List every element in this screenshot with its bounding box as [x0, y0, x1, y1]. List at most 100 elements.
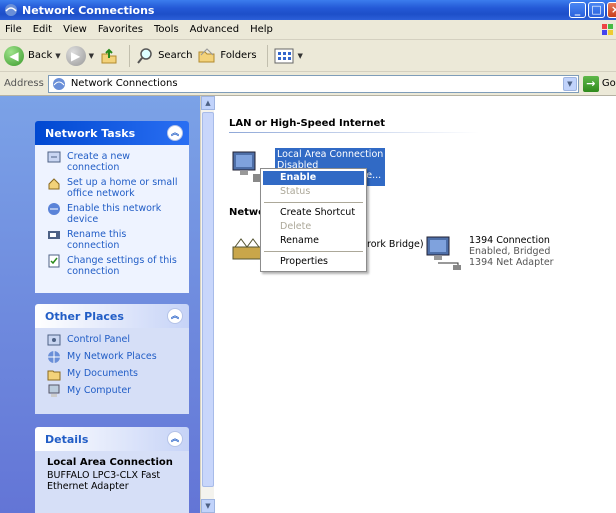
task-create-connection[interactable]: Create a new connection [47, 151, 181, 173]
go-button[interactable]: → Go [582, 75, 616, 92]
place-control-panel[interactable]: Control Panel [47, 334, 181, 347]
collapse-chevron-icon[interactable]: ︽ [167, 431, 183, 447]
context-create-shortcut[interactable]: Create Shortcut [263, 206, 364, 220]
scroll-up-button[interactable]: ▲ [201, 96, 215, 110]
task-rename-connection[interactable]: Rename this connection [47, 229, 181, 251]
task-pane-scrollbar[interactable]: ▲ ▼ [200, 96, 215, 513]
lan-group-title: LAN or High-Speed Internet [229, 118, 386, 129]
details-connection-name: Local Area Connection [47, 457, 173, 468]
other-places-title: Other Places [45, 309, 124, 323]
context-separator [264, 251, 363, 252]
my-documents-icon [47, 370, 61, 381]
details-header[interactable]: Details ︽ [35, 427, 189, 451]
window-title: Network Connections [22, 3, 155, 17]
network-tasks-panel: Network Tasks ︽ Create a new connection … [35, 121, 189, 293]
menu-edit[interactable]: Edit [28, 24, 58, 35]
views-dropdown-icon[interactable]: ▼ [298, 52, 303, 60]
place-my-network-places[interactable]: My Network Places [47, 351, 181, 364]
menu-view[interactable]: View [58, 24, 93, 35]
scroll-down-button[interactable]: ▼ [201, 499, 215, 513]
network-places-icon [48, 351, 60, 363]
forward-arrow-icon: ▶ [65, 45, 86, 66]
control-panel-icon [47, 334, 61, 346]
search-icon [137, 47, 152, 64]
up-folder-button[interactable] [99, 46, 119, 66]
menu-favorites[interactable]: Favorites [93, 24, 149, 35]
address-dropdown-icon[interactable]: ▼ [562, 76, 577, 91]
back-arrow-icon: ◀ [4, 45, 24, 66]
menu-advanced[interactable]: Advanced [185, 24, 245, 35]
connection-1394-name: 1394 Connection [469, 235, 550, 246]
context-menu: Enable Status Create Shortcut Delete Ren… [260, 168, 367, 272]
folders-label: Folders [220, 50, 257, 61]
new-connection-icon [47, 151, 61, 163]
network-tasks-header[interactable]: Network Tasks ︽ [35, 121, 189, 145]
place-my-documents[interactable]: My Documents [47, 368, 181, 381]
back-label: Back [28, 50, 53, 61]
home-network-icon [48, 178, 60, 190]
views-icon [274, 48, 294, 63]
menu-tools[interactable]: Tools [149, 24, 185, 35]
network-connections-icon [5, 4, 17, 16]
address-field[interactable]: Network Connections ▼ [47, 74, 579, 93]
menu-help[interactable]: Help [245, 24, 279, 35]
rename-icon [48, 231, 60, 239]
lan-group-divider [229, 132, 479, 133]
settings-icon [48, 254, 60, 268]
back-button[interactable]: ◀ Back ▼ [4, 45, 61, 66]
details-panel: Details ︽ Local Area Connection BUFFALO … [35, 427, 189, 513]
minimize-button[interactable]: _ [569, 2, 586, 18]
other-places-header[interactable]: Other Places ︽ [35, 304, 189, 328]
address-label: Address [4, 78, 44, 89]
search-button[interactable]: Search [135, 46, 192, 66]
address-bar: Address Network Connections ▼ → Go [0, 72, 616, 96]
forward-button[interactable]: ▶ ▼ [65, 45, 94, 66]
context-status: Status [280, 186, 311, 197]
folders-button[interactable]: Folders [197, 46, 257, 66]
task-pane: Network Tasks ︽ Create a new connection … [0, 96, 200, 513]
folders-icon [198, 47, 215, 62]
menu-bar: File Edit View Favorites Tools Advanced … [0, 20, 616, 40]
task-change-settings[interactable]: Change settings of this connection [47, 254, 181, 277]
connection-1394-device: 1394 Net Adapter [469, 257, 554, 268]
context-rename[interactable]: Rename [263, 234, 364, 248]
connections-view: LAN or High-Speed Internet Local Area Co… [215, 96, 616, 513]
connection-name: Local Area Connection [277, 149, 384, 160]
network-bridge-name: rork Bridge) [367, 239, 424, 250]
scroll-thumb[interactable] [202, 112, 214, 487]
details-title: Details [45, 432, 89, 446]
back-dropdown-icon[interactable]: ▼ [55, 52, 60, 60]
task-home-network[interactable]: Set up a home or small office network [47, 177, 181, 199]
address-value: Network Connections [70, 78, 178, 89]
close-button[interactable]: × [607, 2, 616, 18]
views-button[interactable]: ▼ [273, 46, 303, 66]
menu-file[interactable]: File [0, 24, 28, 35]
context-separator [264, 202, 363, 203]
toolbar-separator [129, 44, 131, 67]
forward-dropdown-icon[interactable]: ▼ [89, 52, 94, 60]
collapse-chevron-icon[interactable]: ︽ [167, 125, 183, 141]
details-description: BUFFALO LPC3-CLX Fast Ethernet Adapter [47, 470, 161, 492]
place-my-computer[interactable]: My Computer [47, 384, 181, 398]
connection-1394-status: Enabled, Bridged [469, 246, 551, 257]
go-label: Go [601, 78, 616, 89]
context-delete: Delete [280, 221, 312, 232]
context-properties[interactable]: Properties [263, 255, 364, 269]
go-arrow-icon: → [582, 75, 599, 92]
toolbar-separator [266, 44, 268, 67]
connection-1394-item[interactable]: 1394 Connection Enabled, Bridged 1394 Ne… [423, 233, 554, 273]
maximize-button[interactable]: □ [588, 2, 605, 18]
enable-device-icon [48, 203, 60, 215]
other-places-panel: Other Places ︽ Control Panel My Network … [35, 304, 189, 414]
windows-logo-icon [602, 24, 613, 35]
title-bar: Network Connections _ □ × [0, 0, 616, 20]
my-computer-icon [48, 384, 60, 397]
up-folder-icon [101, 48, 117, 63]
network-adapter-icon [426, 236, 461, 270]
collapse-chevron-icon[interactable]: ︽ [167, 308, 183, 324]
task-enable-device[interactable]: Enable this network device [47, 203, 181, 225]
search-label: Search [158, 50, 193, 61]
toolbar: ◀ Back ▼ ▶ ▼ Search Folders ▼ [0, 40, 616, 72]
network-tasks-title: Network Tasks [45, 126, 136, 140]
context-enable[interactable]: Enable [263, 171, 364, 185]
